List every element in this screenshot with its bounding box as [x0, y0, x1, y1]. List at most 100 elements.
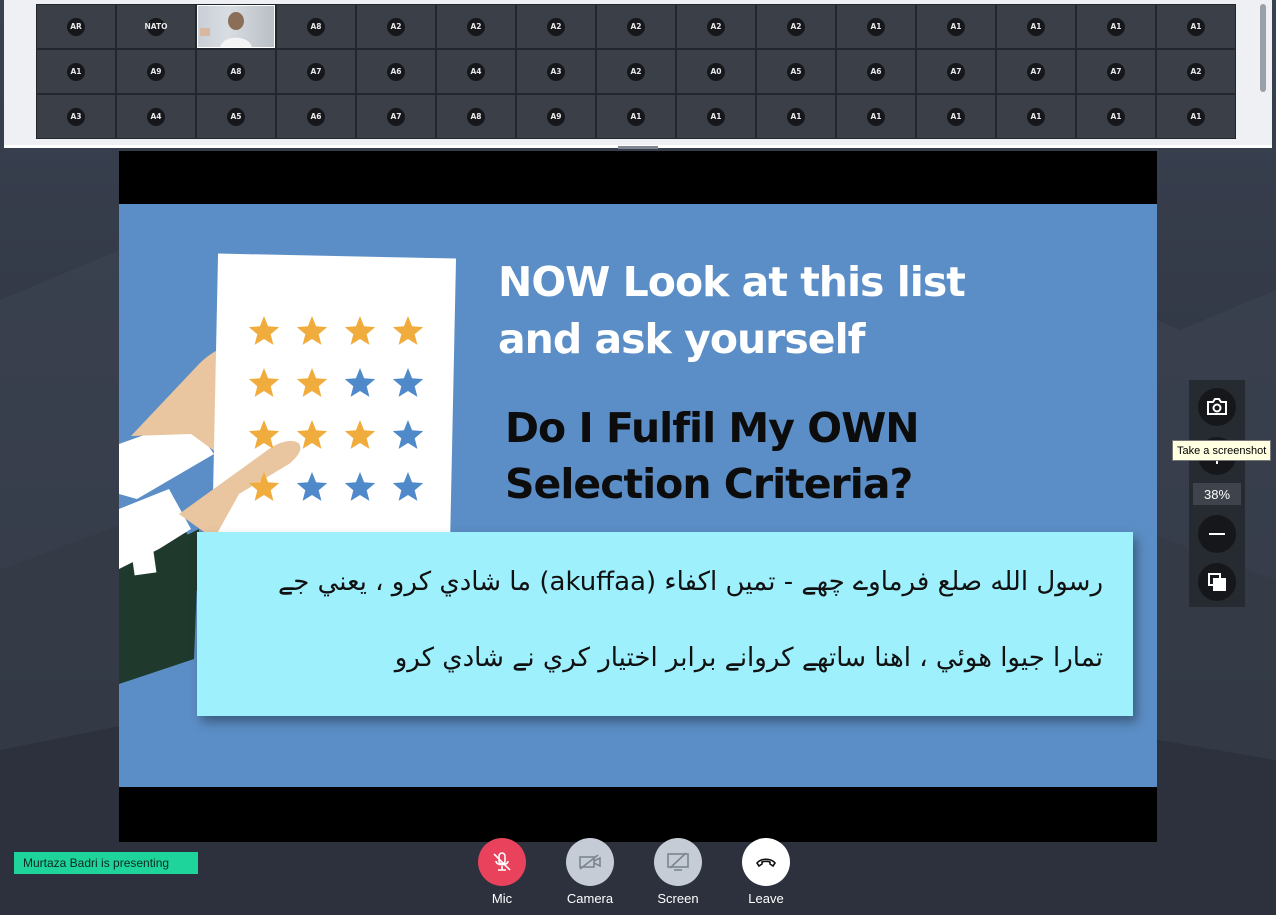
star-gold	[344, 316, 376, 345]
participant-tile[interactable]: A8	[436, 94, 516, 139]
participant-tile[interactable]: A9	[516, 94, 596, 139]
participant-tile[interactable]: A6	[276, 94, 356, 139]
presenting-badge: Murtaza Badri is presenting	[14, 852, 198, 874]
participant-video	[198, 6, 274, 47]
participant-avatar: A1	[1107, 17, 1125, 36]
participant-avatar: A2	[787, 17, 805, 36]
participant-tile[interactable]: A0	[676, 49, 756, 94]
camera-button[interactable]: Camera	[560, 838, 620, 910]
participant-tile[interactable]: A7	[916, 49, 996, 94]
participant-tile[interactable]: A2	[516, 4, 596, 49]
mic-button[interactable]: Mic	[472, 838, 532, 910]
participant-avatar: A1	[947, 17, 965, 36]
participant-tile[interactable]: A1	[1156, 4, 1236, 49]
participant-tile[interactable]: A8	[276, 4, 356, 49]
participant-tile[interactable]: A1	[996, 4, 1076, 49]
participant-tile[interactable]: A1	[836, 4, 916, 49]
participant-tile[interactable]: A2	[596, 49, 676, 94]
participant-tile[interactable]: A4	[436, 49, 516, 94]
participant-tile[interactable]: A6	[836, 49, 916, 94]
participant-tile[interactable]: A6	[356, 49, 436, 94]
participant-tile[interactable]: A2	[1156, 49, 1236, 94]
participant-avatar: A7	[1027, 62, 1045, 81]
video-off-icon	[579, 854, 601, 870]
participant-avatar: A6	[387, 62, 405, 81]
participant-tile[interactable]: A1	[1156, 94, 1236, 139]
urdu-line-2: تمارا جيوا هوئي ، اهنا ساتھے کروانے براب…	[394, 643, 1103, 673]
zoom-out-button[interactable]	[1198, 515, 1236, 553]
participant-tile[interactable]: A3	[516, 49, 596, 94]
participant-tile[interactable]: A4	[116, 94, 196, 139]
star-gold	[248, 316, 280, 345]
participant-tile[interactable]: A1	[916, 4, 996, 49]
participant-avatar: A1	[707, 107, 725, 126]
participant-tile[interactable]: A1	[596, 94, 676, 139]
participant-tile[interactable]: NATO	[116, 4, 196, 49]
participant-avatar: A8	[307, 17, 325, 36]
participant-tile[interactable]: A5	[196, 94, 276, 139]
participant-tile[interactable]: A5	[756, 49, 836, 94]
mic-circle[interactable]	[478, 838, 526, 886]
fit-screen-button[interactable]	[1198, 563, 1236, 601]
participant-tile[interactable]: A2	[676, 4, 756, 49]
screen-button[interactable]: Screen	[648, 838, 708, 910]
participant-avatar: A2	[707, 17, 725, 36]
participant-avatar: A1	[787, 107, 805, 126]
participant-avatar: A4	[147, 107, 165, 126]
participant-tile[interactable]: A3	[36, 94, 116, 139]
slide-question-line2: Selection Criteria?	[505, 460, 913, 508]
participant-tile[interactable]: A7	[356, 94, 436, 139]
star-blue	[296, 472, 328, 501]
urdu-text-box: رسول الله صلع فرماوے چھے - تمیں اکفاء (a…	[197, 532, 1133, 716]
participant-avatar: A8	[467, 107, 485, 126]
camera-icon	[1207, 398, 1227, 415]
participant-tile[interactable]: A1	[1076, 94, 1156, 139]
participant-tile[interactable]: A7	[276, 49, 356, 94]
participant-tile[interactable]: A1	[756, 94, 836, 139]
participant-tile[interactable]: A2	[596, 4, 676, 49]
presentation-stage: NOW Look at this list and ask yourself D…	[119, 151, 1157, 842]
slide-question: Do I Fulfil My OWN Selection Criteria?	[505, 400, 1025, 512]
screenshot-button[interactable]	[1198, 388, 1236, 426]
participant-tile[interactable]: A7	[1076, 49, 1156, 94]
slide-heading-line1: NOW Look at this list	[498, 258, 966, 306]
zoom-panel: 38%	[1189, 380, 1245, 607]
participant-scrollbar[interactable]	[1260, 4, 1266, 92]
participant-avatar: A1	[67, 62, 85, 81]
participant-video-tile[interactable]	[196, 4, 276, 49]
screenshot-tooltip: Take a screenshot	[1172, 440, 1272, 461]
screen-circle[interactable]	[654, 838, 702, 886]
participant-tile[interactable]: A7	[996, 49, 1076, 94]
camera-circle[interactable]	[566, 838, 614, 886]
participant-tile[interactable]: A1	[916, 94, 996, 139]
participant-tile[interactable]: A1	[836, 94, 916, 139]
participant-tile[interactable]: A1	[36, 49, 116, 94]
participant-tile[interactable]: A1	[1076, 4, 1156, 49]
star-gold	[248, 472, 280, 501]
screen-share-off-icon	[667, 852, 689, 871]
participant-avatar: A1	[867, 107, 885, 126]
participant-avatar: A1	[1027, 107, 1045, 126]
star-gold	[392, 316, 424, 345]
star-gold	[248, 420, 280, 449]
participant-tile[interactable]: A1	[996, 94, 1076, 139]
mic-off-icon	[493, 852, 511, 871]
participant-tile[interactable]: A2	[356, 4, 436, 49]
leave-circle[interactable]	[742, 838, 790, 886]
participant-tile[interactable]: A8	[196, 49, 276, 94]
participant-tile[interactable]: A9	[116, 49, 196, 94]
urdu-line-1: رسول الله صلع فرماوے چھے - تمیں اکفاء (a…	[278, 567, 1103, 597]
slide-heading: NOW Look at this list and ask yourself	[498, 254, 1018, 368]
participant-grid: AR NATO A8 A2 A2 A2 A2 A2 A2 A1 A1 A1 A1 A1 A1 A9 A8 A7 A6…	[36, 4, 1238, 145]
slide-heading-line2: and ask yourself	[498, 315, 866, 363]
participant-tile[interactable]: A2	[436, 4, 516, 49]
leave-button[interactable]: Leave	[736, 838, 796, 910]
participant-avatar: A4	[467, 62, 485, 81]
star-gold	[296, 420, 328, 449]
participant-tile[interactable]: A2	[756, 4, 836, 49]
hang-up-icon	[756, 858, 776, 868]
participant-tile[interactable]: A1	[676, 94, 756, 139]
participant-avatar: A7	[947, 62, 965, 81]
participant-tile[interactable]: AR	[36, 4, 116, 49]
strip-resize-handle[interactable]	[618, 146, 658, 149]
